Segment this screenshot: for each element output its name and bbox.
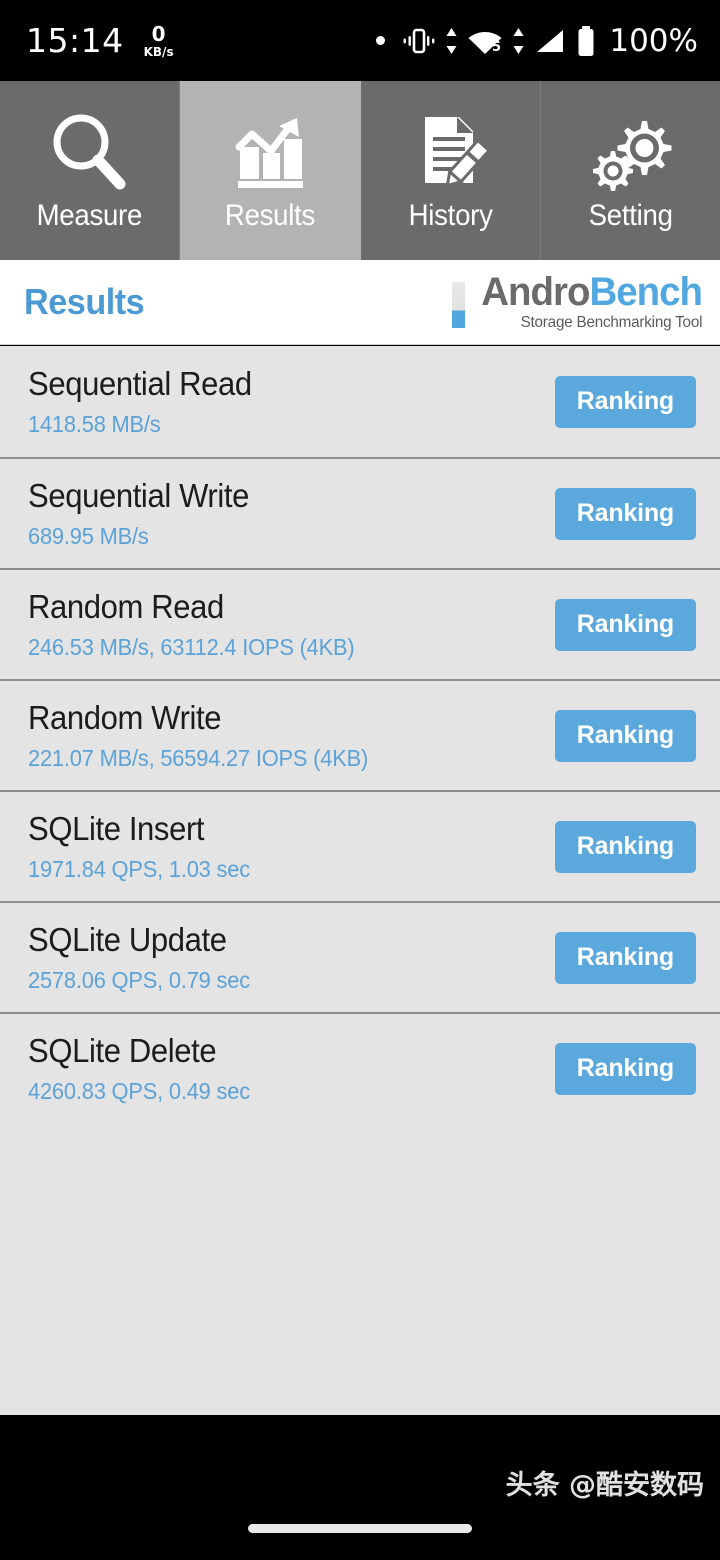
result-text-block: SQLite Update 2578.06 QPS, 0.79 sec <box>28 921 262 994</box>
ranking-button[interactable]: Ranking <box>554 487 696 540</box>
result-name: SQLite Delete <box>28 1032 217 1070</box>
tab-results[interactable]: Results <box>180 81 361 260</box>
result-name: Random Read <box>28 588 224 626</box>
main-tab-bar: Measure Results History Setting <box>0 81 720 260</box>
table-row[interactable]: Random Read 246.53 MB/s, 63112.4 IOPS (4… <box>0 568 720 679</box>
gears-icon <box>587 109 673 195</box>
page-header: Results AndroBench Storage Benchmarking … <box>0 260 720 345</box>
result-value: 221.07 MB/s, 56594.27 IOPS (4KB) <box>28 744 369 771</box>
bar-chart-arrow-icon <box>227 109 313 195</box>
result-value: 689.95 MB/s <box>28 522 149 549</box>
system-navigation-bar: 头条 @酷安数码 <box>0 1415 720 1560</box>
table-row[interactable]: SQLite Update 2578.06 QPS, 0.79 sec Rank… <box>0 901 720 1012</box>
network-speed-indicator: 0 KB/s <box>144 24 174 58</box>
status-bar-left: 15:14 0 KB/s <box>26 21 174 60</box>
status-bar-clock: 15:14 <box>26 21 124 60</box>
tab-history[interactable]: History <box>360 81 541 260</box>
androbench-logo: AndroBench Storage Benchmarking Tool <box>451 269 703 332</box>
result-text-block: Random Write 221.07 MB/s, 56594.27 IOPS … <box>28 699 386 772</box>
result-value: 4260.83 QPS, 0.49 sec <box>28 1077 250 1104</box>
battery-percentage: 100% <box>609 22 698 59</box>
result-value: 1418.58 MB/s <box>28 410 161 437</box>
data-transfer-arrows-icon <box>513 27 524 54</box>
table-row[interactable]: Sequential Write 689.95 MB/s Ranking <box>0 457 720 568</box>
android-screen: 15:14 0 KB/s 5 100% Measure Results Hist… <box>0 0 720 1560</box>
magnifier-icon <box>47 109 133 195</box>
result-text-block: Sequential Read 1418.58 MB/s <box>28 365 266 438</box>
logo-tagline: Storage Benchmarking Tool <box>520 313 702 331</box>
ranking-button[interactable]: Ranking <box>554 931 696 984</box>
network-speed-unit: KB/s <box>143 44 174 59</box>
tab-measure-label: Measure <box>36 198 143 232</box>
tab-setting-label: Setting <box>588 198 673 232</box>
result-name: Sequential Read <box>28 365 252 403</box>
logo-storage-bar-icon <box>451 281 465 328</box>
result-text-block: Random Read 246.53 MB/s, 63112.4 IOPS (4… <box>28 588 372 661</box>
document-pencil-icon <box>407 109 493 195</box>
tab-results-label: Results <box>224 198 315 232</box>
result-text-block: Sequential Write 689.95 MB/s <box>28 477 263 550</box>
ranking-button[interactable]: Ranking <box>554 598 696 651</box>
table-row[interactable]: Sequential Read 1418.58 MB/s Ranking <box>0 346 720 457</box>
status-bar-right: 5 100% <box>376 23 698 59</box>
network-speed-value: 0 <box>151 21 166 46</box>
result-text-block: SQLite Delete 4260.83 QPS, 0.49 sec <box>28 1032 262 1105</box>
recording-dot-icon <box>376 36 386 45</box>
ranking-button[interactable]: Ranking <box>554 375 696 428</box>
status-bar: 15:14 0 KB/s 5 100% <box>0 0 720 81</box>
tab-setting[interactable]: Setting <box>540 81 720 260</box>
tab-history-label: History <box>408 198 493 232</box>
table-row[interactable]: SQLite Delete 4260.83 QPS, 0.49 sec Rank… <box>0 1012 720 1123</box>
svg-text:5: 5 <box>492 40 501 55</box>
result-name: SQLite Update <box>28 921 227 959</box>
result-value: 2578.06 QPS, 0.79 sec <box>28 966 250 993</box>
logo-text: AndroBench Storage Benchmarking Tool <box>472 269 703 332</box>
ranking-button[interactable]: Ranking <box>554 820 696 873</box>
result-name: Random Write <box>28 699 222 737</box>
ranking-button[interactable]: Ranking <box>554 709 696 762</box>
result-name: Sequential Write <box>28 477 250 515</box>
table-row[interactable]: Random Write 221.07 MB/s, 56594.27 IOPS … <box>0 679 720 790</box>
logo-primary-text: Andro <box>481 269 590 314</box>
logo-wordmark: AndroBench <box>481 269 703 314</box>
cellular-signal-icon <box>537 29 564 52</box>
wifi-icon: 5 <box>468 31 502 55</box>
battery-icon <box>578 25 594 56</box>
results-list: Sequential Read 1418.58 MB/s Ranking Seq… <box>0 346 720 1415</box>
gesture-home-pill[interactable] <box>248 1524 472 1533</box>
result-value: 1971.84 QPS, 1.03 sec <box>28 855 250 882</box>
result-text-block: SQLite Insert 1971.84 QPS, 1.03 sec <box>28 810 262 883</box>
result-name: SQLite Insert <box>28 810 205 848</box>
data-transfer-arrows-icon <box>446 27 457 54</box>
ranking-button[interactable]: Ranking <box>554 1042 696 1095</box>
page-title: Results <box>24 281 145 322</box>
tab-measure[interactable]: Measure <box>0 81 181 260</box>
logo-secondary-text: Bench <box>589 269 703 314</box>
vibrate-icon <box>403 28 435 53</box>
result-value: 246.53 MB/s, 63112.4 IOPS (4KB) <box>28 633 355 660</box>
table-row[interactable]: SQLite Insert 1971.84 QPS, 1.03 sec Rank… <box>0 790 720 901</box>
watermark-text: 头条 @酷安数码 <box>505 1470 704 1501</box>
